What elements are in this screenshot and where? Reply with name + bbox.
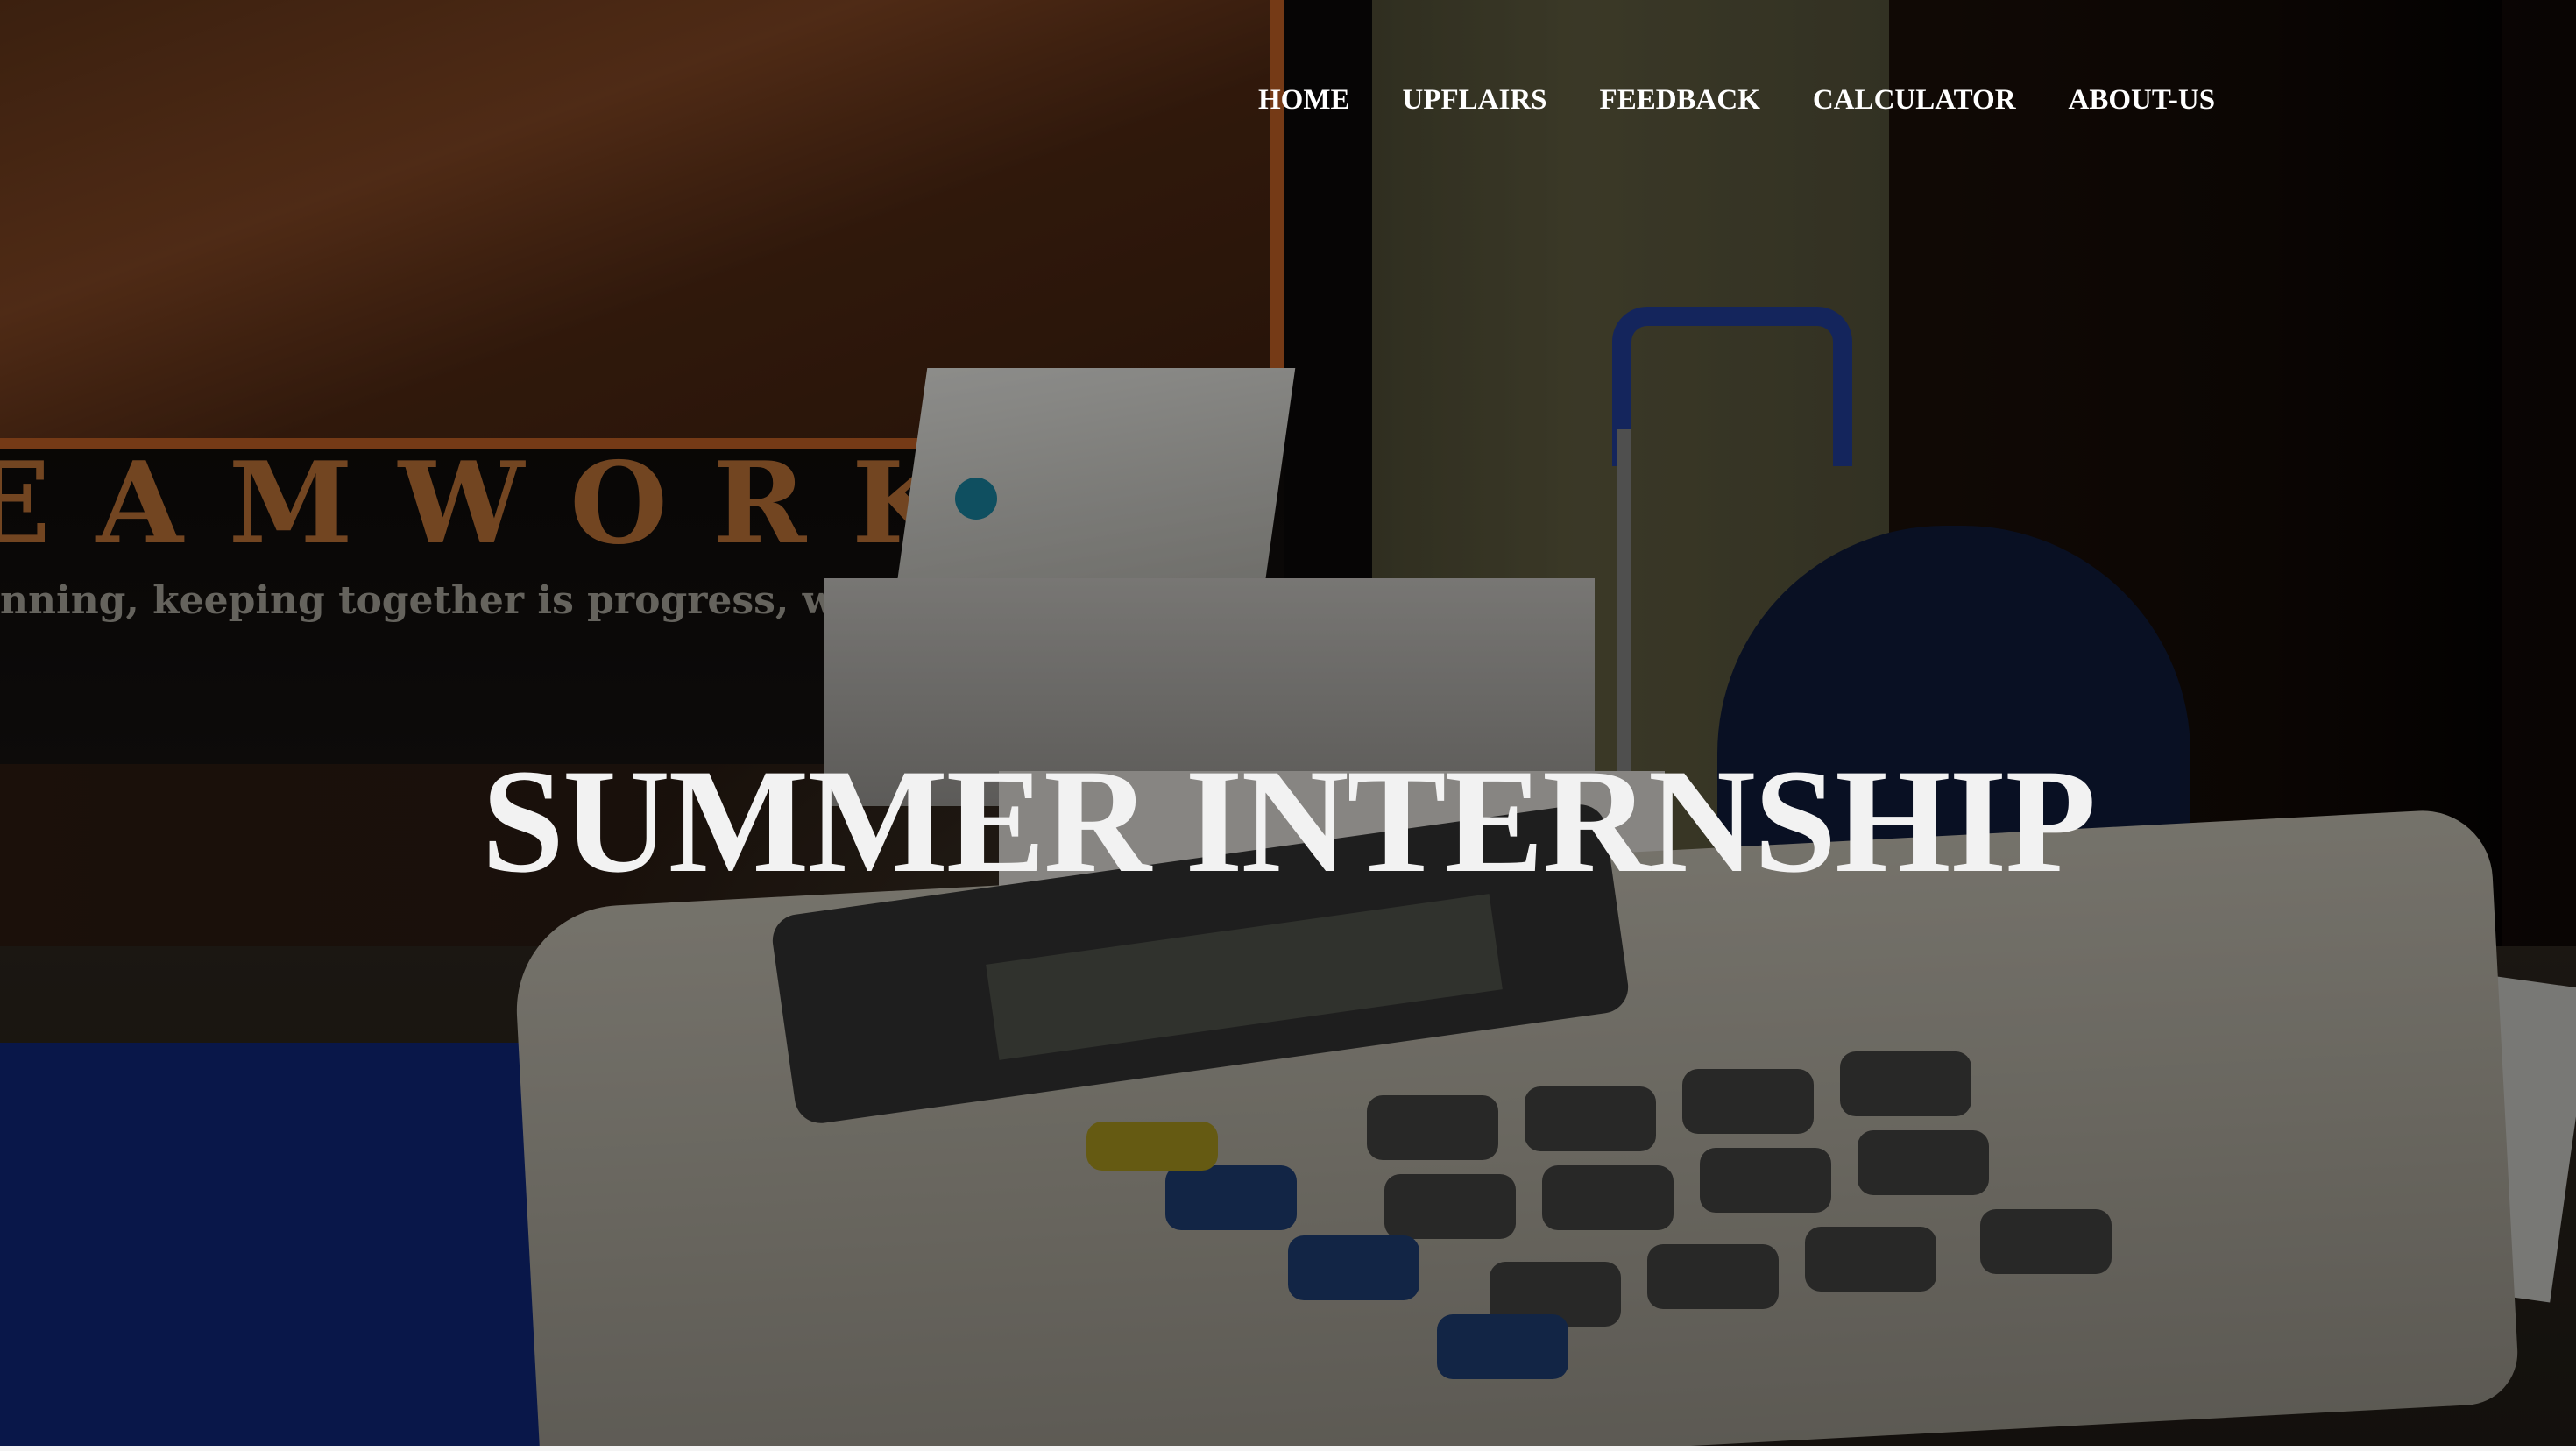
page-bottom-strip: [0, 1446, 2576, 1451]
nav-item-calculator[interactable]: CALCULATOR: [1813, 84, 2016, 117]
nav-item-about-us[interactable]: ABOUT-US: [2069, 84, 2216, 117]
accent-dot: [955, 478, 997, 520]
background-overlay: [0, 0, 2576, 1446]
nav-item-home[interactable]: HOME: [1258, 84, 1350, 117]
hero-section: EAMWORK nning, keeping together is progr…: [0, 0, 2576, 1446]
hero-title: SUMMER INTERNSHIP: [481, 738, 2097, 903]
nav-item-upflairs[interactable]: UPFLAIRS: [1403, 84, 1547, 117]
nav-item-feedback[interactable]: FEEDBACK: [1600, 84, 1760, 117]
main-nav: HOME UPFLAIRS FEEDBACK CALCULATOR ABOUT-…: [1258, 84, 2215, 117]
